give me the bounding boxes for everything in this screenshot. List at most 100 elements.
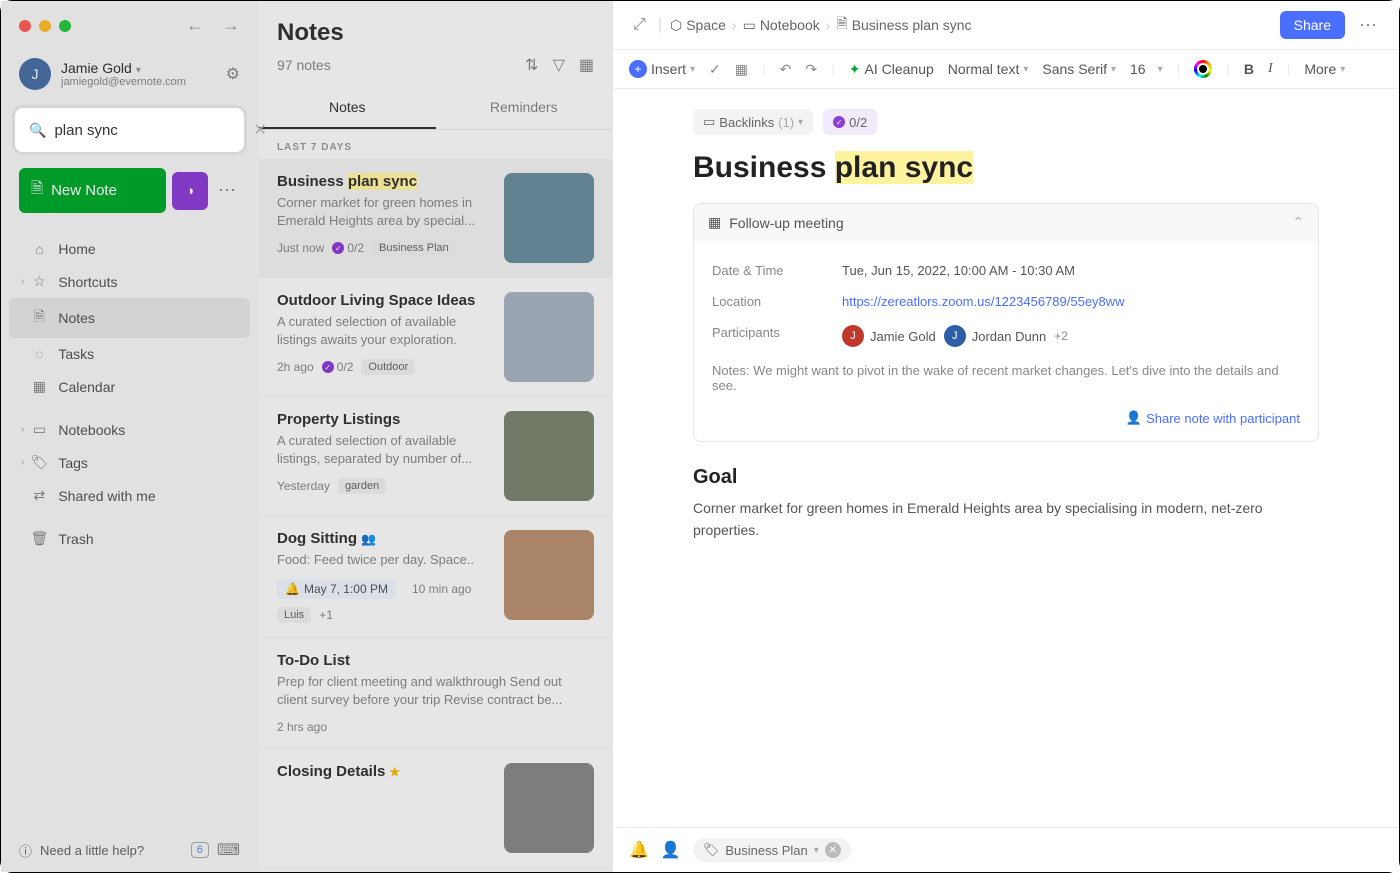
tag-chip: garden <box>338 478 386 494</box>
nav-label: Shared with me <box>58 488 155 504</box>
nav-item-shared-with-me[interactable]: ›⇄Shared with me <box>9 479 250 512</box>
shared-icon: 👥 <box>361 532 376 546</box>
ai-cleanup-button[interactable]: ✦AI Cleanup <box>849 61 934 78</box>
tasks-chip[interactable]: ✓0/2 <box>823 109 877 135</box>
nav-icon: ⇄ <box>30 487 48 504</box>
note-card[interactable]: Closing Details★ <box>259 749 612 868</box>
minimize-window-button[interactable] <box>39 20 51 32</box>
text-color-button[interactable] <box>1194 60 1212 78</box>
task-icon-button[interactable]: ✓ <box>709 61 721 78</box>
note-title: To-Do List <box>277 652 594 669</box>
task-badge: ✓0/2 <box>332 241 364 255</box>
backlinks-chip[interactable]: ▭Backlinks (1)▾ <box>693 109 813 135</box>
note-card[interactable]: Outdoor Living Space IdeasA curated sele… <box>259 278 612 397</box>
account-switcher[interactable]: J Jamie Gold▾ jamiegold@evernote.com ⚙ <box>1 50 258 102</box>
note-card[interactable]: Property Listings A curated selection of … <box>259 397 612 516</box>
new-task-button[interactable]: ◑ <box>172 172 208 210</box>
user-email: jamiegold@evernote.com <box>61 76 216 88</box>
toolbar: +Insert▾ ✓ ▦ | ↶ ↷ | ✦AI Cleanup Normal … <box>613 50 1399 89</box>
keyboard-icon[interactable]: ⌨ <box>217 840 240 860</box>
undo-button[interactable]: ↶ <box>780 61 792 78</box>
sort-button[interactable]: ⇅ <box>525 55 538 75</box>
text-style-select[interactable]: Normal text▾ <box>948 61 1029 77</box>
notification-badge[interactable]: 6 <box>191 842 209 858</box>
nav-item-tasks[interactable]: ›◌Tasks <box>9 338 250 370</box>
reminder-chip: 🔔May 7, 1:00 PM <box>277 579 396 599</box>
calendar-icon-button[interactable]: ▦ <box>735 61 748 78</box>
nav-list: ›⌂Home›☆Shortcuts›🗎Notes›◌Tasks›▦Calenda… <box>1 223 258 565</box>
nav-item-tags[interactable]: ›🏷Tags <box>9 446 250 479</box>
share-button[interactable]: Share <box>1280 11 1345 39</box>
new-more-button[interactable]: ⋯ <box>214 180 240 201</box>
meeting-notes: Notes: We might want to pivot in the wak… <box>712 355 1300 401</box>
redo-button[interactable]: ↷ <box>805 61 817 78</box>
note-time: 2 hrs ago <box>277 720 327 734</box>
filter-button[interactable]: ▽ <box>553 55 565 75</box>
nav-item-home[interactable]: ›⌂Home <box>9 233 250 265</box>
nav-forward-button[interactable]: → <box>222 15 240 36</box>
settings-button[interactable]: ⚙ <box>226 64 240 84</box>
chevron-up-icon: ⌃ <box>1292 214 1304 231</box>
nav-item-calendar[interactable]: ›▦Calendar <box>9 370 250 403</box>
participant[interactable]: JJamie Gold <box>842 325 936 347</box>
font-size-select[interactable]: 16▾ <box>1130 61 1163 77</box>
note-card[interactable]: Business plan syncCorner market for gree… <box>259 159 612 278</box>
close-window-button[interactable] <box>19 20 31 32</box>
notes-column: Notes 97 notes ⇅ ▽ ▦ Notes Reminders LAS… <box>259 1 613 872</box>
toolbar-more-button[interactable]: More▾ <box>1304 61 1345 77</box>
participant[interactable]: JJordan Dunn <box>944 325 1046 347</box>
nav-icon: ◌ <box>30 346 48 362</box>
add-person-button[interactable]: 👤 <box>661 840 681 860</box>
more-participants[interactable]: +2 <box>1054 329 1068 343</box>
breadcrumb-item[interactable]: ⬡Space <box>670 17 726 34</box>
nav-label: Trash <box>58 531 93 547</box>
meeting-header[interactable]: ▦Follow-up meeting⌃ <box>694 204 1318 241</box>
clear-search-button[interactable]: ✕ <box>253 120 266 140</box>
breadcrumb-item[interactable]: ▭Notebook <box>743 17 820 34</box>
nav-icon: 🏷 <box>30 454 48 471</box>
insert-button[interactable]: +Insert▾ <box>629 60 695 78</box>
note-card[interactable]: Dog Sitting👥Food: Feed twice per day. Sp… <box>259 516 612 638</box>
note-time: Yesterday <box>277 479 330 493</box>
search-input[interactable] <box>54 122 253 139</box>
expand-note-button[interactable]: ⤢ <box>629 12 650 38</box>
link-icon: ▭ <box>703 114 715 130</box>
note-thumbnail <box>504 411 594 501</box>
note-snippet: A curated selection of available listing… <box>277 432 492 468</box>
note-card[interactable]: To-Do ListPrep for client meeting and wa… <box>259 638 612 748</box>
bold-button[interactable]: B <box>1244 61 1254 77</box>
help-link[interactable]: Need a little help? <box>40 843 144 858</box>
italic-button[interactable]: I <box>1268 61 1273 77</box>
meeting-location-link[interactable]: https://zereatlors.zoom.us/1223456789/55… <box>842 294 1125 309</box>
goal-body[interactable]: Corner market for green homes in Emerald… <box>693 497 1319 542</box>
nav-item-notes[interactable]: ›🗎Notes <box>9 298 250 338</box>
note-tag[interactable]: 🏷Business Plan▾✕ <box>693 838 851 862</box>
calendar-icon: ▦ <box>708 214 721 231</box>
goal-heading[interactable]: Goal <box>693 466 1319 489</box>
font-select[interactable]: Sans Serif▾ <box>1042 61 1116 77</box>
tab-notes[interactable]: Notes <box>259 87 436 129</box>
note-title: Property Listings <box>277 411 492 428</box>
breadcrumb-item[interactable]: 🗎Business plan sync <box>836 13 971 37</box>
meeting-location-label: Location <box>712 294 842 309</box>
nav-item-shortcuts[interactable]: ›☆Shortcuts <box>9 265 250 298</box>
search-box[interactable]: 🔍 ✕ <box>15 108 244 152</box>
tab-reminders[interactable]: Reminders <box>436 87 613 129</box>
note-title[interactable]: Business plan sync <box>693 151 1319 185</box>
view-toggle-button[interactable]: ▦ <box>579 55 594 75</box>
nav-back-button[interactable]: ← <box>186 15 204 36</box>
nav-item-trash[interactable]: ›🗑Trash <box>9 522 250 555</box>
notes-list[interactable]: Business plan syncCorner market for gree… <box>259 159 612 872</box>
nav-item-notebooks[interactable]: ›▭Notebooks <box>9 413 250 446</box>
note-time: Just now <box>277 241 324 255</box>
add-reminder-button[interactable]: 🔔 <box>629 840 649 860</box>
sidebar: ← → J Jamie Gold▾ jamiegold@evernote.com… <box>1 1 259 872</box>
new-note-button[interactable]: 🗎New Note <box>19 168 166 213</box>
note-more-button[interactable]: ⋯ <box>1353 15 1383 36</box>
notes-count: 97 notes <box>277 57 331 73</box>
remove-tag-button[interactable]: ✕ <box>825 842 841 858</box>
maximize-window-button[interactable] <box>59 20 71 32</box>
nav-icon: ⌂ <box>30 241 48 257</box>
share-with-participants-link[interactable]: 👤Share note with participant <box>1126 410 1300 426</box>
tag-chip: Business Plan <box>372 240 456 256</box>
